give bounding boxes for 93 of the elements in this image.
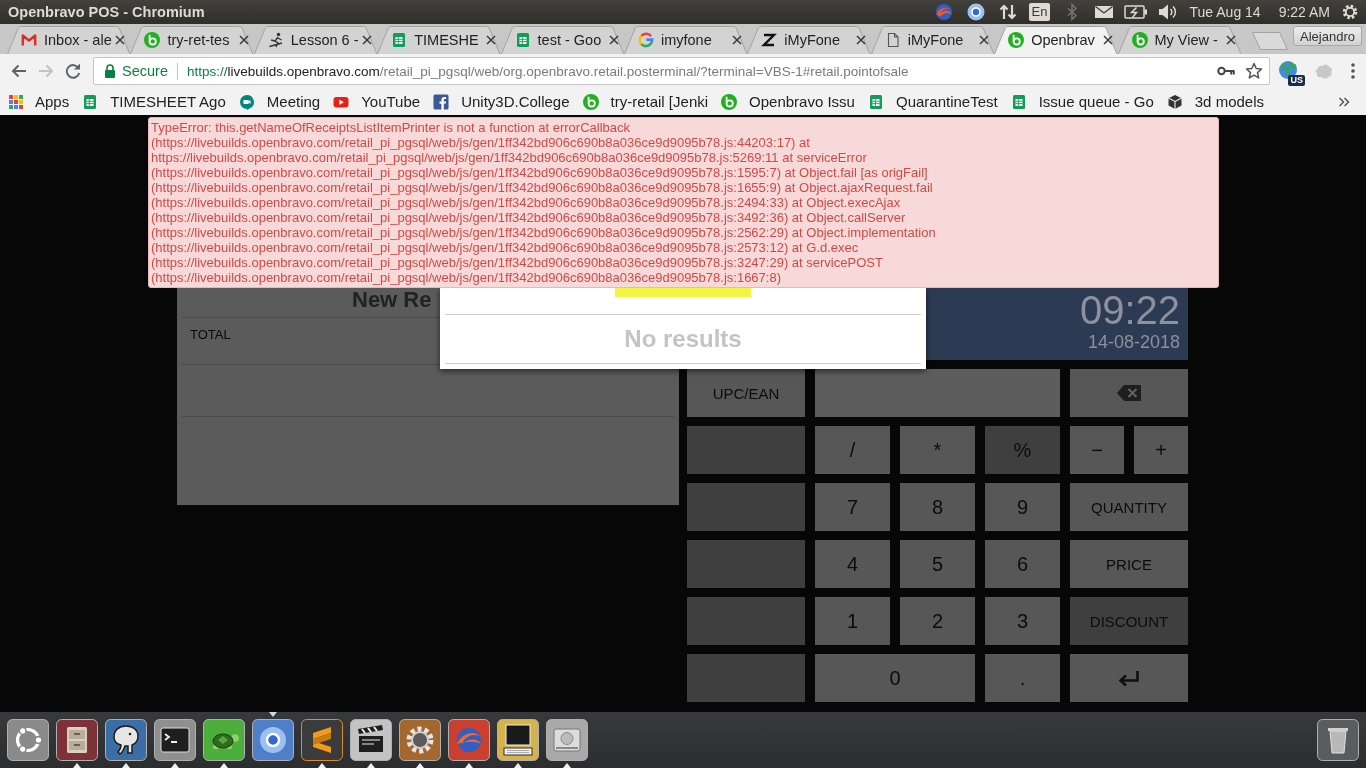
bookmark-item[interactable]: QuarantineTest xyxy=(867,93,998,110)
z-logo-icon xyxy=(761,32,778,48)
logo-icon xyxy=(144,32,161,48)
time-text[interactable]: 9:22 AM xyxy=(1278,4,1330,20)
back-icon[interactable] xyxy=(10,62,28,80)
logo-icon xyxy=(721,93,738,110)
date-text[interactable]: Tue Aug 14 xyxy=(1189,4,1261,20)
bookmark-item[interactable]: TIMESHEET Ago xyxy=(82,93,226,110)
reload-icon[interactable] xyxy=(64,62,82,80)
bookmark-item[interactable]: Openbravo Issu xyxy=(721,93,855,110)
browser-tab[interactable]: iMyFone xyxy=(870,26,995,54)
keyboard-layout-indicator[interactable]: En xyxy=(1028,3,1051,21)
settings-icon[interactable] xyxy=(1342,4,1358,20)
browser-tab[interactable]: try-ret-tes xyxy=(130,26,254,54)
close-icon[interactable] xyxy=(362,35,373,45)
input-field[interactable] xyxy=(815,369,1060,417)
elephant-icon[interactable] xyxy=(105,719,147,761)
close-icon[interactable] xyxy=(732,35,743,45)
error-message: TypeError: this.getNameOfReceiptsListItemPrinter is not a function at errorCallback (https://livebuilds.openbravo.com/retail_pi_pgsql/web/js/gen/1ff342bd906c690b8a036ce9d9095b78.js:44203:17) at https://livebuilds.openbravo.com/retail_pi_pgsql/web/js/gen/1ff342bd906c690b8a036ce9d9095b78.js:5269:11 at serviceError (https://livebuilds.openbravo.com/retail_pi_pgsql/web/js/gen/1ff342bd906c690b8a036ce9d9095b78.js:1595:7) at Object.fail [as origFail] (https://livebuilds.openbravo.com/retail_pi_pgsql/web/js/gen/1ff342bd906c690b8a036ce9d9095b78.js:1655:9) at Object.ajaxRequest.fail (https://livebuilds.openbravo.com/retail_pi_pgsql/web/js/gen/1ff342bd906c690b8a036ce9d9095b78.js:2494:33) at Object.execAjax (https://livebuilds.openbravo.com/retail_pi_pgsql/web/js/gen/1ff342bd906c690b8a036ce9d9095b78.js:3492:36) at Object.callServer (https://livebuilds.openbravo.com/retail_pi_pgsql/web/js/gen/1ff342bd906c690b8a036ce9d9095b78.js:2562:29) at Object.implementation (https://livebuilds.openbravo.com/retail_pi_pgsql/web/js/gen/1ff342bd906c690b8a036ce9d9095b78.js:2573:12) at G.d.exec (https://livebuilds.openbravo.com/retail_pi_pgsql/web/js/gen/1ff342bd906c690b8a036ce9d9095b78.js:3247:29) at servicePOST (https://livebuilds.openbravo.com/retail_pi_pgsql/web/js/gen/1ff342bd906c690b8a036ce9d9095b78.js:1667:8) xyxy=(148,117,1219,288)
backspace-icon xyxy=(1116,384,1142,402)
turtle-icon[interactable] xyxy=(203,719,245,761)
window-title: Openbravo POS - Chromium xyxy=(8,4,205,20)
browser-tab[interactable]: Inbox - ale xyxy=(7,26,131,54)
browser-tab[interactable]: Lesson 6 - xyxy=(253,26,378,54)
file-cabinet-icon[interactable] xyxy=(56,719,98,761)
trash-icon[interactable] xyxy=(1317,719,1359,761)
envelope-icon[interactable] xyxy=(1093,4,1114,20)
mail-icon xyxy=(21,32,37,48)
bookmark-item[interactable]: 3d models xyxy=(1166,93,1264,110)
battery-icon[interactable] xyxy=(1123,4,1148,20)
hard-drive-icon[interactable] xyxy=(546,719,588,761)
bookmark-item[interactable]: try-retail [Jenki xyxy=(582,93,709,110)
logo-icon xyxy=(582,93,599,110)
stripes-logo-icon[interactable] xyxy=(301,719,343,761)
box-icon xyxy=(1166,93,1183,110)
spreadsheet-icon xyxy=(391,32,408,48)
close-icon[interactable] xyxy=(115,35,126,45)
gear-icon[interactable] xyxy=(399,719,441,761)
bookmark-item[interactable]: Apps xyxy=(9,93,70,110)
chat-icon xyxy=(238,93,255,110)
chevron-icon[interactable] xyxy=(1338,95,1350,108)
browser-tab[interactable]: test - Goo xyxy=(500,26,624,54)
circle-logo-icon[interactable] xyxy=(7,719,49,761)
ring-logo-icon xyxy=(637,32,654,48)
browser-tab[interactable]: My View - xyxy=(1117,26,1241,54)
total-label: TOTAL xyxy=(190,327,231,342)
browser-tab[interactable]: Openbrav xyxy=(994,26,1118,54)
skater-icon xyxy=(267,32,284,48)
language-badge: US xyxy=(1288,75,1305,86)
f-logo-icon xyxy=(433,93,450,110)
close-icon[interactable] xyxy=(608,35,619,45)
no-results-text: No results xyxy=(624,324,742,354)
close-icon[interactable] xyxy=(979,35,990,45)
ring-logo-icon[interactable] xyxy=(252,719,294,761)
browser-tab[interactable]: iMyFone xyxy=(747,26,871,54)
close-icon[interactable] xyxy=(855,35,866,45)
lock-icon xyxy=(104,64,116,78)
close-icon[interactable] xyxy=(1225,35,1236,45)
close-icon[interactable] xyxy=(1102,35,1113,45)
enter-icon xyxy=(1118,670,1140,686)
clapperboard-icon[interactable] xyxy=(350,719,392,761)
transfer-arrows-icon[interactable] xyxy=(998,3,1017,21)
browser-tab[interactable]: imyfone xyxy=(623,26,748,54)
menu-icon[interactable] xyxy=(1351,63,1355,79)
round-logo-icon[interactable] xyxy=(966,3,985,21)
monitor-icon[interactable] xyxy=(497,719,539,761)
key-icon[interactable] xyxy=(1217,66,1235,76)
logo-icon xyxy=(1131,32,1148,48)
grid-icon xyxy=(9,94,23,109)
spreadsheet-icon xyxy=(867,93,884,110)
bookmark-item[interactable]: Issue queue - Go xyxy=(1010,93,1154,110)
close-icon[interactable] xyxy=(238,35,249,45)
speaker-icon[interactable] xyxy=(1157,3,1178,21)
address-bar[interactable]: Secure https://livebuilds.openbravo.com/retail_pi_pgsql/web/org.openbravo.retail.posterminal/?terminal=VBS-1#retail.pointofsale xyxy=(93,57,1270,85)
receipt-title: New Re xyxy=(352,289,432,311)
clock-time: 09:22 xyxy=(1079,290,1180,330)
swirl-logo-icon[interactable] xyxy=(448,719,490,761)
spreadsheet-icon xyxy=(1010,93,1027,110)
bookmark-item[interactable]: Meeting xyxy=(238,93,321,110)
logo-icon xyxy=(1008,32,1025,48)
security-label: Secure xyxy=(122,63,168,79)
profile-button[interactable]: Alejandro xyxy=(1293,26,1362,46)
terminal-icon[interactable] xyxy=(154,719,196,761)
swirl-logo-icon[interactable] xyxy=(934,3,953,21)
clock-date: 14-08-2018 xyxy=(1087,332,1180,352)
browser-tab[interactable]: TIMESHE xyxy=(377,26,501,54)
bluetooth-icon[interactable] xyxy=(1065,3,1078,21)
bookmark-item[interactable]: Unity3D.College xyxy=(433,93,570,110)
close-icon[interactable] xyxy=(485,35,496,45)
bookmark-item[interactable]: YouTube xyxy=(333,93,421,110)
star-icon[interactable] xyxy=(1245,62,1263,80)
spreadsheet-icon xyxy=(82,93,99,110)
url-text: https://livebuilds.openbravo.com/retail_pi_pgsql/web/org.openbravo.retail.posterminal/?terminal=VBS-1#retail.pointofsale xyxy=(186,63,909,79)
